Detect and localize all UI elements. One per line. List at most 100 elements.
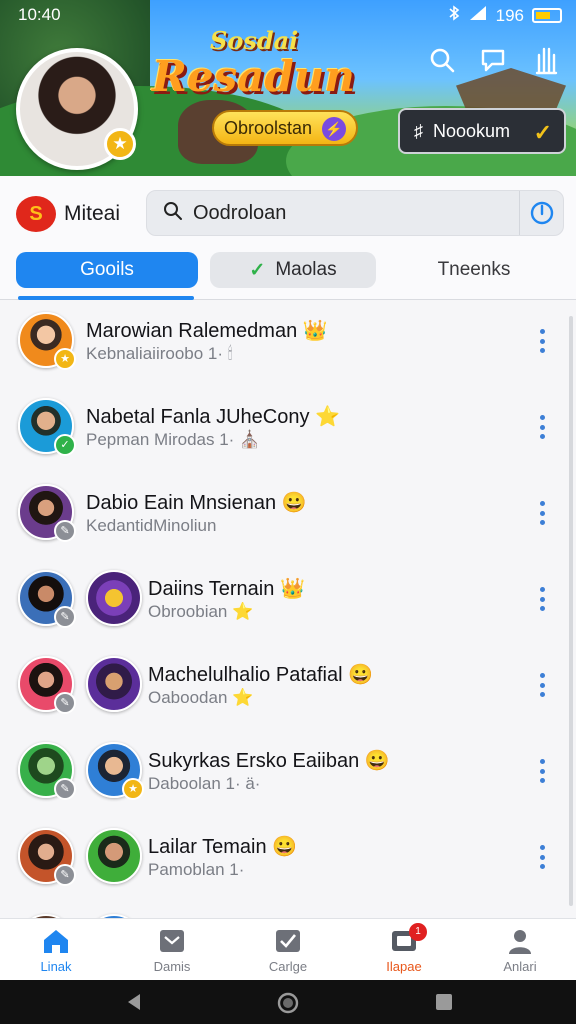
back-icon[interactable] [124,992,144,1017]
group-avatar [86,828,142,884]
contact-name: Daiins Ternain 👑 [148,576,305,601]
home-button-icon[interactable] [277,992,299,1019]
contact-name: Marowian Ralemedman 👑 [86,318,328,343]
crown-icon: 👑 [302,320,328,342]
check-icon: ✓ [249,259,266,281]
header-actions [426,44,562,76]
search-row: S Miteai Oodroloan [0,176,576,248]
edit-badge-icon: ✎ [54,692,76,714]
notification-dot: 1 [409,923,427,941]
edit-badge-icon: ✎ [54,520,76,542]
search-input[interactable]: Oodroloan [146,190,564,236]
contact-subtitle-text: Kebnaliaiiroobo 1· [86,344,224,363]
inbox-icon [157,927,187,955]
header-banner: 10:40 196 ★ Sosdai Resadun Obroolstan ⚡ [0,0,576,176]
more-options-icon[interactable] [532,584,552,614]
crown-icon: 👑 [279,578,305,600]
contact-name: Sukyrkas Ersko Eaiiban 😀 [148,748,390,773]
list-item[interactable]: ✎ Daiins Ternain 👑 Obroobian ⭐ [0,558,576,644]
hand-icon[interactable] [530,44,562,76]
power-icon[interactable] [519,191,563,235]
bluetooth-icon [448,5,460,26]
contact-name-text: Marowian Ralemedman [86,320,298,342]
list-item[interactable]: ✓ Nabetal Fanla JUheCony ⭐ Pepman Miroda… [0,386,576,472]
star-badge-icon: ★ [104,128,136,160]
star-badge-icon: ★ [122,778,144,800]
contact-name-text: Daiins Ternain [148,578,275,600]
nav-anlari[interactable]: Anlari [470,927,570,974]
search-icon[interactable] [426,44,458,76]
avatar: ★ [18,312,76,370]
avatar: ✎ [18,656,76,714]
nav-damis[interactable]: Damis [122,927,222,974]
tab-tneenks[interactable]: Tneenks [404,252,544,288]
smile-icon: 😀 [281,492,307,514]
edit-badge-icon: ✎ [54,606,76,628]
more-options-icon[interactable] [532,842,552,872]
contact-name: Lailar Temain 😀 [148,834,297,859]
notebook-button-label: Noookum [433,120,511,141]
status-time: 10:40 [18,5,61,24]
list-item[interactable]: ✎ Lailar Temain 😀 Pamoblan 1· [0,816,576,902]
avatar: ✎ [18,828,76,886]
contact-name-text: Nabetal Fanla JUheCony [86,406,310,428]
more-options-icon[interactable] [532,412,552,442]
nav-ilapae[interactable]: 1 Ilapae [354,923,454,974]
list-item[interactable]: ✎ ★ Sukyrkas Ersko Eaiiban 😀 Daboolan 1·… [0,730,576,816]
group-avatar [86,570,142,626]
group-avatar: ★ [86,742,144,800]
brand-logo-icon: S [16,196,56,232]
hash-icon: ♯ [414,120,423,141]
recents-icon[interactable] [434,992,454,1017]
search-value: Oodroloan [193,201,287,224]
profile-icon [505,927,535,955]
contact-subtitle-text: Pepman Mirodas 1· [86,430,235,449]
more-options-icon[interactable] [532,670,552,700]
avatar: ✎ [18,484,76,542]
signal-text: 196 [495,5,524,25]
edit-badge-icon: ✎ [54,864,76,886]
contact-subtitle: Kebnaliaiiroobo 1· 🕯 [86,344,233,364]
messages-icon: 1 [389,923,427,955]
nav-label: Carlge [268,959,308,974]
game-logo-line2: Resadun [152,52,355,101]
more-options-icon[interactable] [532,498,552,528]
notebook-button[interactable]: ♯ Noookum ✓ [398,108,566,154]
contact-name: Machelulhalio Patafial 😀 [148,662,373,687]
contact-name-text: Sukyrkas Ersko Eaiiban [148,750,360,772]
tab-label: Maolas [275,259,337,280]
contact-subtitle-text: Obroobian [148,602,228,621]
edit-badge-icon: ✎ [54,778,76,800]
contact-subtitle-text: Daboolan 1· ä· [148,774,261,793]
contact-name: Dabio Eain Mnsienan 😀 [86,490,307,515]
chat-icon[interactable] [478,44,510,76]
profile-avatar[interactable]: ★ [16,48,138,170]
tab-label: Gooils [80,259,134,280]
list-item[interactable]: ★ Marowian Ralemedman 👑 Kebnaliaiiroobo … [0,300,576,386]
more-options-icon[interactable] [532,756,552,786]
contact-subtitle: Pamoblan 1· [148,860,244,880]
home-icon [41,927,71,955]
promo-button[interactable]: Obroolstan ⚡ [212,110,358,146]
list-item[interactable]: ✎ Dabio Eain Mnsienan 😀 KedantidMinoliun [0,472,576,558]
signal-icon [468,5,488,26]
coin-icon: ⚡ [322,117,346,141]
contact-subtitle-text: Oaboodan [148,688,228,707]
smile-icon: 😀 [272,836,298,858]
nav-home[interactable]: Linak [6,927,106,974]
list-item[interactable]: ✎ Machelulhalio Patafial 😀 Oaboodan ⭐ [0,644,576,730]
nav-carlge[interactable]: Carlge [238,927,338,974]
check-box-icon [273,927,303,955]
tab-maolas[interactable]: ✓ Maolas [210,252,376,288]
game-logo: Sosdai Resadun [150,22,380,102]
nav-label: Linak [40,959,72,974]
scrollbar[interactable] [569,316,573,906]
nav-label: Anlari [503,959,537,974]
contact-subtitle: Daboolan 1· ä· [148,774,260,794]
list-item-partial[interactable] [0,902,576,918]
contact-name-text: Dabio Eain Mnsienan [86,492,277,514]
battery-icon [532,8,562,23]
tab-goals[interactable]: Gooils [16,252,198,288]
more-options-icon[interactable] [532,326,552,356]
game-logo-line1: Sosdai [210,26,299,55]
